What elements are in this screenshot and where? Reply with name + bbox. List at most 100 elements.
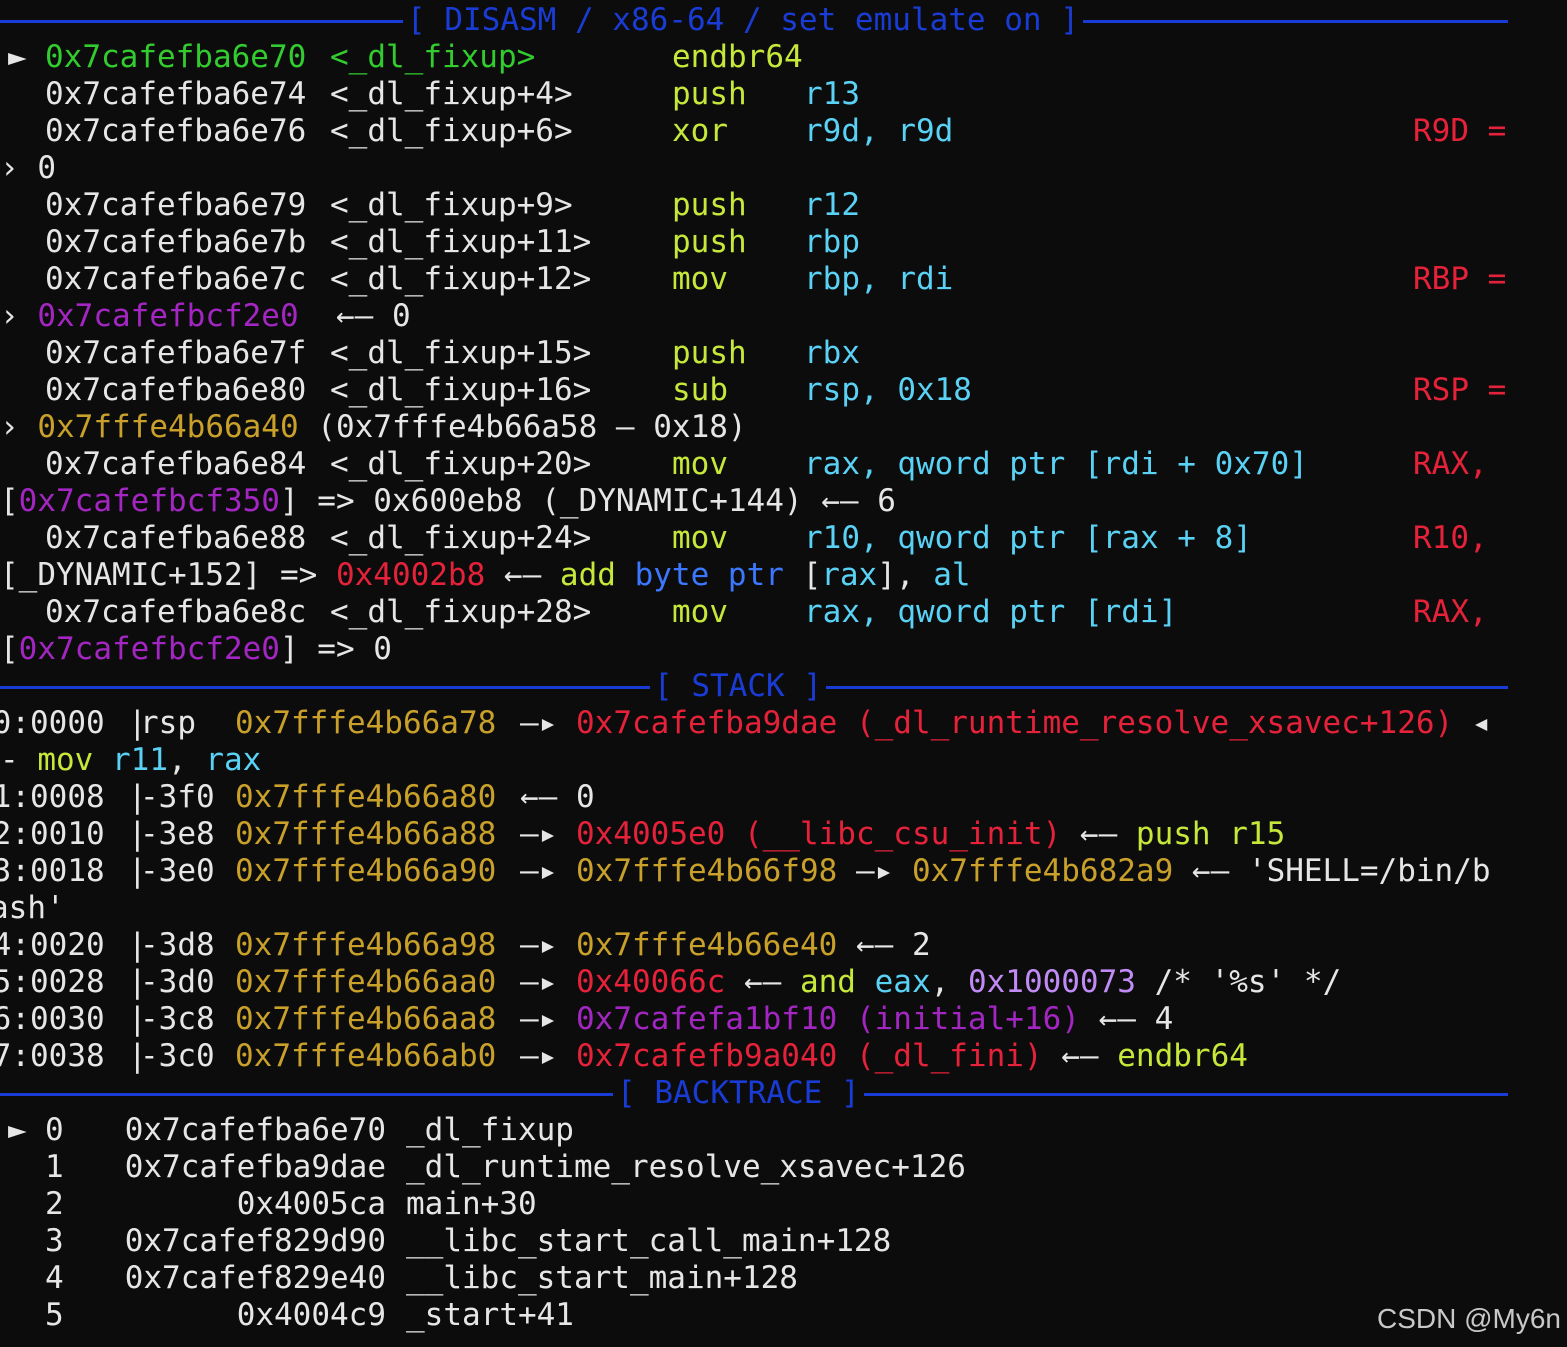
instruction-operands: r13 [804,76,860,112]
stack-offset: -3f0 [140,779,215,815]
register-annotation: R10, [1413,520,1488,556]
frame-address: 0x4005ca [236,1186,386,1222]
instruction-symbol: <_dl_fixup+4> [330,76,573,112]
continuation-segment: ] => 0 [279,631,392,667]
instruction-symbol: <_dl_fixup+6> [330,113,573,149]
instruction-address: 0x7cafefba6e80 [45,372,307,408]
stack-address: 0x7fffe4b66aa8 [235,1001,497,1037]
continuation-segment [19,409,38,445]
frame-number: 4 [45,1260,64,1296]
continuation-segment: › [0,150,19,186]
instruction-symbol: <_dl_fixup+24> [330,520,592,556]
backtrace-row: 4 0x7cafef829e40 __libc_start_main+128 [0,1260,1567,1297]
disasm-continuation: [0x7cafefbcf350] => 0x600eb8 (_DYNAMIC+1… [0,483,1567,520]
stack-address: 0x7fffe4b66a80 [235,779,497,815]
stack-value-segment: —▸ [520,927,576,963]
stack-index: 02:0010 [0,816,105,852]
instruction-symbol: <_dl_fixup+16> [330,372,592,408]
stack-value-segment: ←— 2 [837,927,931,963]
instruction-symbol: <_dl_fixup+11> [330,224,592,260]
disasm-row: 0x7cafefba6e76 <_dl_fixup+6> xor r9d, r9d R9… [0,113,1567,150]
register-annotation: RAX, [1413,446,1488,482]
frame-symbol: __libc_start_call_main+128 [406,1223,892,1259]
stack-continuation: ash' [0,890,1567,927]
continuation-text: ash' [0,890,65,926]
stack-value-segment: , [930,964,968,1000]
stack-value-segment: ←— [725,964,800,1000]
backtrace-row: 1 0x7cafefba9dae _dl_runtime_resolve_xsave… [0,1149,1567,1186]
continuation-segment: 0x7cafefbcf2e0 [18,631,280,667]
stack-value-segment: 0x7fffe4b66e40 [576,927,838,963]
continuation-segment: (0x7fffe4b66a58 – 0x18) [298,409,747,445]
stack-offset: -3d0 [140,964,215,1000]
continuation-segment: 0x7fffe4b66a40 [37,409,299,445]
frame-address: 0x7cafef829d90 [124,1223,386,1259]
instruction-mnemonic: mov [672,446,728,482]
frame-marker: ► [8,1112,27,1148]
instruction-mnemonic: mov [672,520,728,556]
stack-offset: rsp [140,705,196,741]
frame-address: 0x4004c9 [236,1297,386,1333]
backtrace-row: ► 0 0x7cafefba6e70 _dl_fixup [0,1112,1567,1149]
continuation-text: [0x7cafefbcf350] => 0x600eb8 (_DYNAMIC+1… [0,483,896,520]
stack-index: 03:0018 [0,853,105,889]
register-annotation: RAX, [1413,594,1488,630]
instruction-address: 0x7cafefba6e79 [45,187,307,223]
continuation-segment: 0x7cafefbcf350 [18,483,280,519]
continuation-segment [93,742,112,778]
stack-value-segment: ←— [1042,1038,1118,1074]
stack-offset: -3c0 [140,1038,215,1074]
frame-symbol: __libc_start_main+128 [406,1260,798,1296]
continuation-segment: › [0,409,19,445]
disasm-row: 0x7cafefba6e79 <_dl_fixup+9> push r12 [0,187,1567,224]
disasm-separator: [ DISASM / x86-64 / set emulate on ] [0,2,1567,39]
continuation-segment: , [168,742,206,778]
disasm-panel: ► 0x7cafefba6e70 <_dl_fixup> endbr64 0x7cafe… [0,39,1567,668]
stack-address: 0x7fffe4b66a88 [235,816,497,852]
frame-number: 0 [45,1112,64,1148]
continuation-text: › 0 [0,150,56,187]
instruction-address: 0x7cafefba6e76 [45,113,307,149]
disasm-row: 0x7cafefba6e84 <_dl_fixup+20> mov rax, qwor… [0,446,1567,483]
stack-row: 07:0038|-3c00x7fffe4b66ab0—▸ 0x7cafefb9a… [0,1038,1567,1075]
stack-address: 0x7fffe4b66a98 [235,927,497,963]
stack-value-segment: —▸ [520,1038,576,1074]
continuation-segment: r11 [112,742,168,778]
instruction-mnemonic: mov [672,261,728,297]
continuation-text: [_DYNAMIC+152] => 0x4002b8 ←— add byte p… [0,557,971,594]
stack-value-segment: ←— 4 [1079,1001,1174,1037]
instruction-mnemonic: push [672,76,747,112]
continuation-segment: rax [205,742,262,778]
continuation-segment: [ [0,631,19,667]
instruction-operands: rbp [804,224,860,260]
stack-value-segment: 0x4005e0 (__libc_csu_init) [576,816,1062,852]
stack-value-segment: 0x40066c [576,964,726,1000]
instruction-address: 0x7cafefba6e70 [45,39,307,75]
continuation-segment: 0 [18,150,56,186]
continuation-segment: add [559,557,616,593]
stack-value-segment: push r15 [1135,816,1286,852]
continuation-segment: 0x4002b8 [335,557,486,593]
stack-row: 06:0030|-3c80x7fffe4b66aa8—▸ 0x7cafefa1b… [0,1001,1567,1038]
instruction-mnemonic: xor [672,113,728,149]
stack-address: 0x7fffe4b66a90 [235,853,497,889]
stack-value-segment: eax [874,964,931,1000]
stack-row: 00:0000|rsp0x7fffe4b66a78—▸ 0x7cafefba9d… [0,705,1567,742]
frame-number: 2 [45,1186,64,1222]
stack-value-segment: /* '%s' */ [1135,964,1342,1000]
frame-number: 1 [45,1149,64,1185]
continuation-segment: [_DYNAMIC+152] => [0,557,336,593]
instruction-operands: rsp, 0x18 [804,372,972,408]
stack-value: ←— 0 [520,779,595,816]
instruction-mnemonic: mov [672,594,728,630]
instruction-address: 0x7cafefba6e8c [45,594,307,630]
continuation-text: › 0x7cafefbcf2e0 ←— 0 [0,298,411,335]
stack-value-segment: ←— 0 [520,779,595,815]
continuation-segment: al [933,557,971,593]
disasm-row: 0x7cafefba6e74 <_dl_fixup+4> push r13 [0,76,1567,113]
instruction-symbol: <_dl_fixup+9> [330,187,573,223]
disasm-continuation: › 0 [0,150,1567,187]
frame-address: 0x7cafefba6e70 [124,1112,386,1148]
stack-row: 03:0018|-3e00x7fffe4b66a90—▸ 0x7fffe4b66… [0,853,1567,890]
disasm-continuation: [_DYNAMIC+152] => 0x4002b8 ←— add byte p… [0,557,1567,594]
